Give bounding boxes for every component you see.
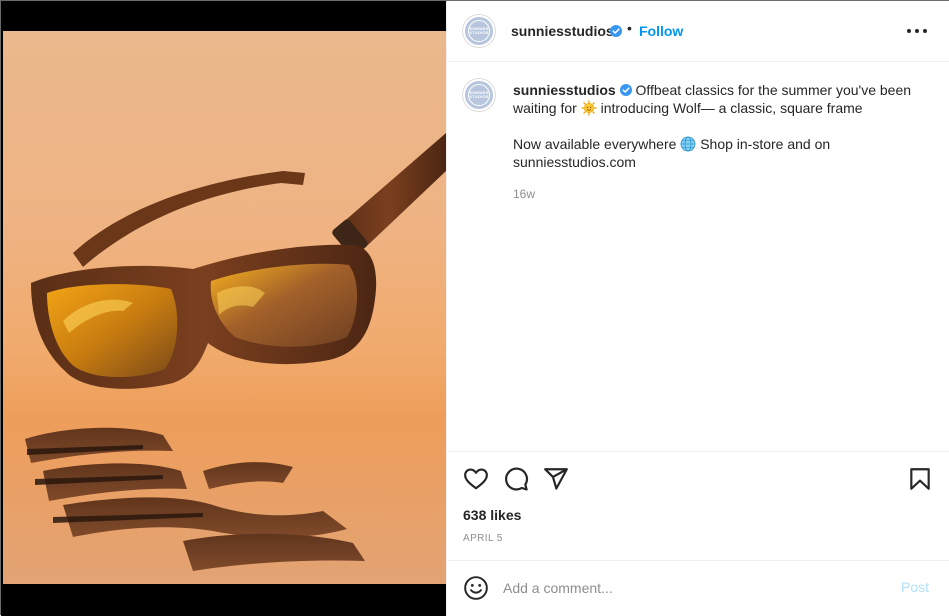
caption-avatar[interactable]: SUNNIES STUDIOS	[463, 79, 495, 111]
caption-text-part: introducing Wolf— a classic, square fram…	[600, 100, 863, 116]
comment-icon[interactable]	[503, 466, 529, 492]
post-date: APRIL 5	[463, 533, 503, 544]
username-link[interactable]: sunniesstudios	[511, 23, 614, 39]
globe-emoji-icon	[680, 136, 696, 152]
sunglasses-image	[25, 133, 446, 571]
post-media[interactable]	[1, 1, 446, 616]
verified-badge-icon	[619, 84, 632, 96]
bookmark-icon[interactable]	[907, 466, 933, 492]
caption-username-link[interactable]: sunniesstudios	[513, 82, 616, 98]
caption-timestamp[interactable]: 16w	[513, 185, 933, 203]
avatar[interactable]: SUNNIES STUDIOS	[463, 15, 495, 47]
post-header: SUNNIES STUDIOS sunniesstudios • Follow	[447, 1, 949, 62]
post-details-panel: SUNNIES STUDIOS sunniesstudios • Follow …	[446, 1, 949, 616]
caption-text-part: Now available everywhere	[513, 136, 677, 152]
sun-emoji-icon	[581, 100, 597, 116]
comment-form: Post	[447, 560, 949, 616]
caption-paragraph-1: sunniesstudios Offbeat classics for the …	[513, 81, 933, 117]
comment-input[interactable]	[503, 577, 883, 599]
post-modal: SUNNIES STUDIOS sunniesstudios • Follow …	[0, 0, 949, 616]
post-photo[interactable]	[3, 31, 446, 584]
avatar-logo: SUNNIES STUDIOS	[468, 84, 490, 106]
avatar-logo: SUNNIES STUDIOS	[468, 20, 490, 42]
caption-text: sunniesstudios Offbeat classics for the …	[513, 81, 933, 203]
more-dot	[915, 29, 919, 33]
verified-badge-icon	[610, 25, 622, 37]
heart-icon[interactable]	[463, 466, 489, 492]
more-dot	[907, 29, 911, 33]
follow-button[interactable]: Follow	[639, 23, 683, 39]
avatar-logo-text: SUNNIES STUDIOS	[469, 26, 489, 35]
post-actions	[447, 451, 949, 505]
more-dot	[923, 29, 927, 33]
share-icon[interactable]	[543, 466, 569, 492]
avatar-logo-text: SUNNIES STUDIOS	[469, 90, 489, 99]
post-comment-button[interactable]: Post	[901, 579, 929, 595]
caption-paragraph-2: Now available everywhere Shop in-store a…	[513, 135, 933, 171]
smiley-icon[interactable]	[463, 575, 489, 601]
separator-dot: •	[627, 20, 632, 36]
likes-count[interactable]: 638 likes	[463, 507, 521, 523]
more-options-icon[interactable]	[907, 23, 927, 39]
